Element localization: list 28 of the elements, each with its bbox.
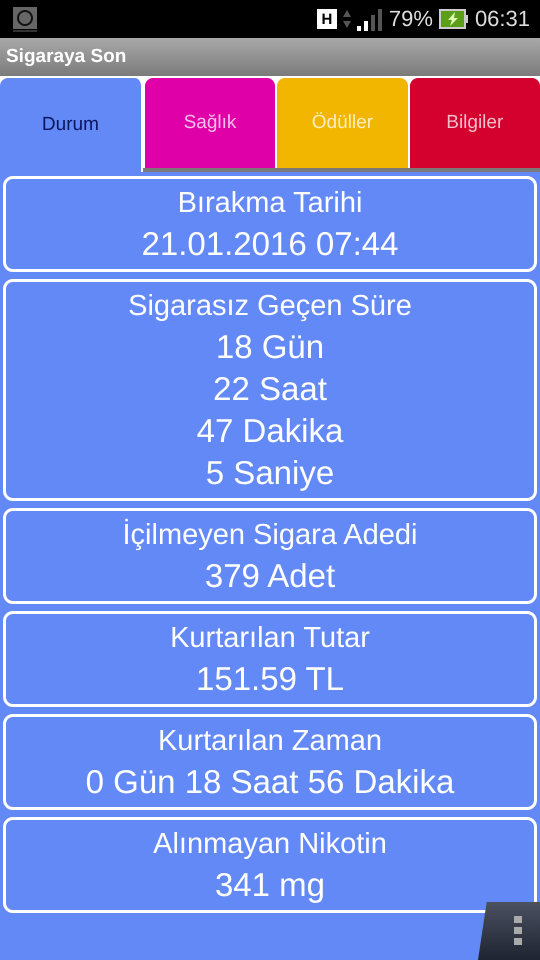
card-value: 5 Saniye [206,453,334,493]
signal-icon [356,7,383,31]
card-value: 0 Gün 18 Saat 56 Dakika [86,762,454,802]
card-title: Kurtarılan Zaman [158,724,382,759]
tab[interactable]: Sağlık [144,78,276,168]
app-title: Sigaraya Son [6,46,126,68]
battery-percent: 79% [388,6,433,32]
card-title: Kurtarılan Tutar [170,621,370,656]
card-title: İçilmeyen Sigara Adedi [122,518,418,553]
app-notification-icon [12,6,38,32]
card-title: Alınmayan Nikotin [153,827,387,862]
card-title: Sigarasız Geçen Süre [128,289,412,324]
tab[interactable]: Durum [0,78,143,172]
overflow-menu-icon [514,916,522,946]
card-value: 22 Saat [213,369,327,409]
card-value: 151.59 TL [196,659,344,699]
data-activity-icon [342,9,351,29]
overflow-menu-button[interactable] [478,902,540,960]
card-value: 18 Gün [216,327,324,367]
card-value: 47 Dakika [196,411,344,451]
network-type-indicator: H [316,9,337,29]
card-value: 379 Adet [204,556,336,596]
card-title: Bırakma Tarihi [178,186,362,221]
tab[interactable]: Bilgiler [410,78,540,168]
battery-charging-icon [438,9,469,29]
clock: 06:31 [474,6,530,32]
card-value: 341 mg [214,865,326,905]
card-value: 21.01.2016 07:44 [142,224,398,264]
